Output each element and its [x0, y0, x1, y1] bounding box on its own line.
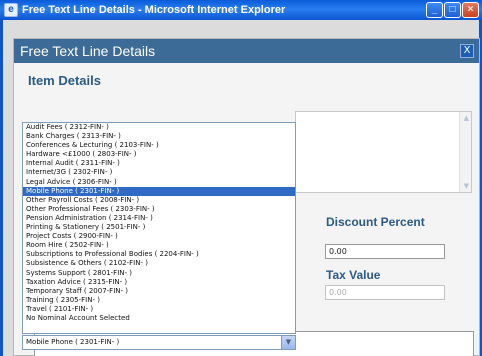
discount-percent-label: Discount Percent: [326, 215, 425, 229]
close-window-button[interactable]: ×: [462, 2, 479, 18]
item-details-heading: Item Details: [28, 73, 101, 88]
dropdown-option[interactable]: Bank Charges ( 2313-FIN- ): [23, 132, 295, 141]
dropdown-option[interactable]: Hardware <£1000 ( 2803-FIN- ): [23, 150, 295, 159]
dropdown-option[interactable]: Internal Audit ( 2311-FIN- ): [23, 159, 295, 168]
nominal-account-select[interactable]: Mobile Phone ( 2301-FIN- ) ▼: [22, 335, 296, 350]
nominal-account-dropdown-list[interactable]: Audit Fees ( 2312-FIN- ) Bank Charges ( 2…: [22, 122, 296, 334]
dropdown-option[interactable]: Other Payroll Costs ( 2008-FIN- ): [23, 196, 295, 205]
dropdown-option[interactable]: Taxation Advice ( 2315-FIN- ): [23, 278, 295, 287]
dropdown-option[interactable]: No Nominal Account Selected: [23, 314, 295, 323]
textarea-scrollbar[interactable]: ▲ ▼: [459, 112, 471, 192]
tax-value-label: Tax Value: [326, 268, 381, 282]
dropdown-option[interactable]: Pension Administration ( 2314-FIN- ): [23, 214, 295, 223]
dropdown-option[interactable]: Systems Support ( 2801-FIN- ): [23, 269, 295, 278]
window-title: Free Text Line Details - Microsoft Inter…: [22, 4, 286, 16]
dropdown-option[interactable]: Legal Advice ( 2306-FIN- ): [23, 178, 295, 187]
description-textarea[interactable]: ▲ ▼: [295, 111, 472, 193]
scroll-up-icon[interactable]: ▲: [464, 114, 469, 122]
minimize-button[interactable]: _: [426, 2, 443, 18]
nominal-account-selected-value: Mobile Phone ( 2301-FIN- ): [26, 338, 120, 346]
discount-percent-input[interactable]: 0.00: [325, 244, 445, 259]
title-bar: e Free Text Line Details - Microsoft Int…: [0, 0, 482, 20]
maximize-button[interactable]: □: [444, 2, 461, 18]
dropdown-option[interactable]: Subsistence & Others ( 2102-FIN- ): [23, 259, 295, 268]
dialog-title: Free Text Line Details: [20, 43, 156, 59]
dropdown-option[interactable]: Conferences & Lecturing ( 2103-FIN- ): [23, 141, 295, 150]
dropdown-option[interactable]: Internet/3G ( 2302-FIN- ): [23, 168, 295, 177]
dialog-header: Free Text Line Details: [14, 39, 479, 63]
dropdown-option[interactable]: Room Hire ( 2502-FIN- ): [23, 241, 295, 250]
ie-icon: e: [4, 3, 18, 17]
dialog-close-button[interactable]: X: [460, 44, 474, 58]
chevron-down-icon[interactable]: ▼: [281, 336, 295, 349]
dropdown-option[interactable]: Training ( 2305-FIN- ): [23, 296, 295, 305]
dropdown-option[interactable]: Subscriptions to Professional Bodies ( 2…: [23, 250, 295, 259]
dropdown-option[interactable]: Other Professional Fees ( 2303-FIN- ): [23, 205, 295, 214]
dropdown-option[interactable]: Audit Fees ( 2312-FIN- ): [23, 123, 295, 132]
tax-value-input: 0.00: [325, 285, 445, 300]
dropdown-option[interactable]: Printing & Stationery ( 2501-FIN- ): [23, 223, 295, 232]
dropdown-option[interactable]: Project Costs ( 2900-FIN- ): [23, 232, 295, 241]
scroll-down-icon[interactable]: ▼: [464, 182, 469, 190]
dropdown-option[interactable]: Mobile Phone ( 2301-FIN- ): [23, 186, 295, 196]
dropdown-option[interactable]: Travel ( 2101-FIN- ): [23, 305, 295, 314]
dropdown-option[interactable]: Temporary Staff ( 2007-FIN- ): [23, 287, 295, 296]
